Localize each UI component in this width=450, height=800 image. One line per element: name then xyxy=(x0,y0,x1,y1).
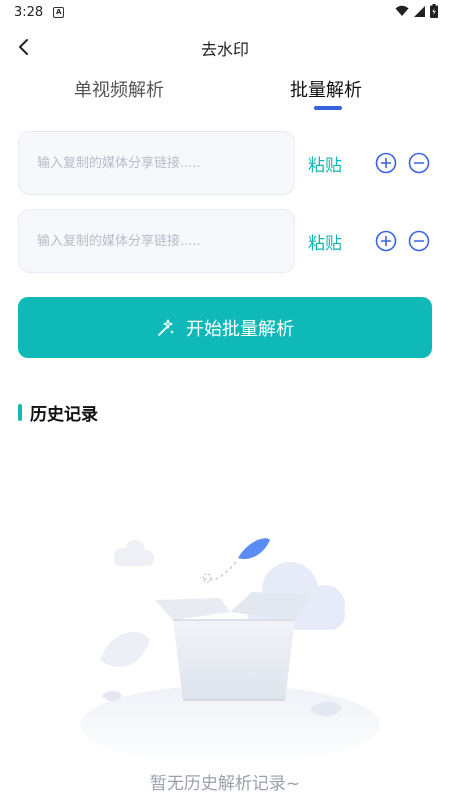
remove-row-icon[interactable] xyxy=(408,152,430,174)
status-time: 3:28 xyxy=(14,4,44,20)
link-row: 粘贴 xyxy=(18,131,436,195)
history-title: 历史记录 xyxy=(30,405,98,425)
tab-single-video[interactable]: 单视频解析 xyxy=(74,76,164,102)
app-bar: 去水印 xyxy=(0,28,450,66)
add-row-icon[interactable] xyxy=(375,230,397,252)
history-header: 历史记录 xyxy=(18,400,98,425)
status-icons xyxy=(395,4,438,18)
empty-history-text: 暂无历史解析记录~ xyxy=(149,774,301,794)
add-row-icon[interactable] xyxy=(375,152,397,174)
start-button-label: 开始批量解析 xyxy=(186,318,294,340)
battery-icon xyxy=(430,4,438,18)
remove-row-icon[interactable] xyxy=(408,230,430,252)
link-row: 粘贴 xyxy=(18,209,436,273)
paste-button[interactable]: 粘贴 xyxy=(308,151,342,176)
signal-icon xyxy=(414,5,425,17)
tab-bar: 单视频解析 批量解析 xyxy=(0,76,450,116)
status-bar: 3:28 A xyxy=(0,0,450,24)
section-marker xyxy=(18,404,22,421)
page-title: 去水印 xyxy=(200,40,249,59)
paste-button[interactable]: 粘贴 xyxy=(308,229,342,254)
link-input[interactable] xyxy=(18,131,295,195)
notification-icon: A xyxy=(53,6,65,18)
tab-active-indicator xyxy=(314,106,342,110)
tab-batch[interactable]: 批量解析 xyxy=(290,76,362,102)
magic-wand-icon xyxy=(158,318,174,336)
empty-box-illustration xyxy=(80,538,380,760)
link-input[interactable] xyxy=(18,209,295,273)
start-batch-parse-button[interactable]: 开始批量解析 xyxy=(18,297,432,358)
wifi-icon xyxy=(395,5,409,16)
